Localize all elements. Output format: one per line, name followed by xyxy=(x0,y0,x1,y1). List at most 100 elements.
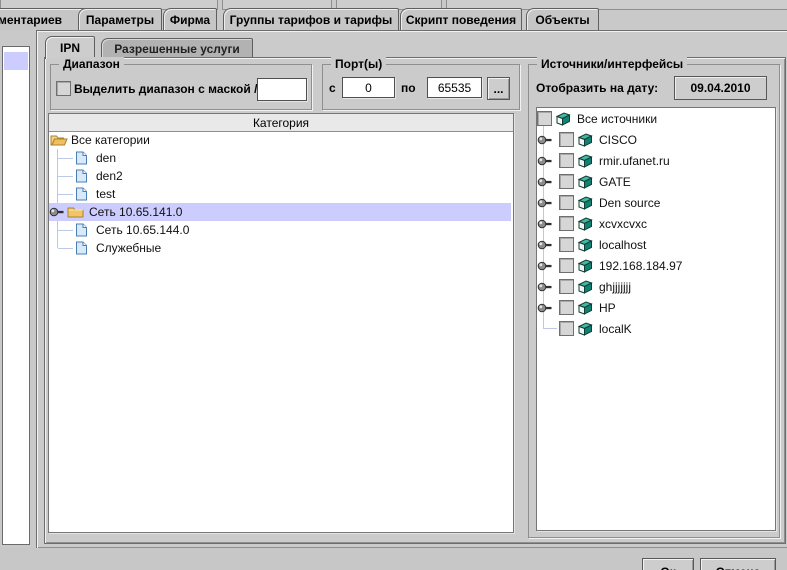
source-checkbox[interactable] xyxy=(559,279,574,294)
category-item-label: Служебные xyxy=(96,241,161,255)
tree-toggle-icon[interactable] xyxy=(537,303,553,313)
book-icon xyxy=(576,175,593,189)
source-item-label: localhost xyxy=(599,238,646,252)
source-tree-item[interactable]: Den source xyxy=(537,192,773,213)
tree-toggle-icon[interactable] xyxy=(537,219,553,229)
tab-ipn[interactable]: IPN xyxy=(45,36,95,59)
source-tree-item[interactable]: HP xyxy=(537,297,773,318)
category-item-label: den xyxy=(96,151,116,165)
port-browse-button[interactable]: ... xyxy=(487,77,510,100)
ok-button[interactable]: Ок xyxy=(642,558,694,570)
category-tree-item[interactable]: test xyxy=(49,185,511,203)
category-tree-item[interactable]: Все категории xyxy=(49,131,511,149)
range-mask-checkbox[interactable] xyxy=(56,81,71,96)
book-icon xyxy=(576,301,593,315)
book-icon xyxy=(576,133,593,147)
port-to-input[interactable] xyxy=(427,77,482,98)
source-checkbox[interactable] xyxy=(559,321,574,336)
book-icon xyxy=(576,154,593,168)
source-checkbox[interactable] xyxy=(559,216,574,231)
source-checkbox[interactable] xyxy=(559,174,574,189)
range-mask-checkbox-label: Выделить диапазон с маской / xyxy=(74,82,257,96)
tree-toggle-icon[interactable] xyxy=(537,135,553,145)
source-item-label: Все источники xyxy=(577,112,657,126)
book-icon xyxy=(576,280,593,294)
source-tree-item[interactable]: rmir.ufanet.ru xyxy=(537,150,773,171)
category-item-label: test xyxy=(96,187,115,201)
document-icon xyxy=(75,151,88,166)
main-tab[interactable]: Группы тарифов и тарифы xyxy=(223,8,399,30)
port-from-input[interactable] xyxy=(342,77,395,98)
source-item-label: GATE xyxy=(599,175,631,189)
tree-toggle-icon[interactable] xyxy=(537,240,553,250)
port-from-label: с xyxy=(329,81,336,95)
tree-toggle-icon[interactable] xyxy=(49,207,65,217)
source-item-label: 192.168.184.97 xyxy=(599,259,682,273)
source-item-label: HP xyxy=(599,301,616,315)
application-window: ментариевПараметрыФирмаГруппы тарифов и … xyxy=(0,0,787,570)
book-icon xyxy=(576,238,593,252)
main-tab[interactable]: Параметры xyxy=(78,8,162,30)
source-checkbox[interactable] xyxy=(559,237,574,252)
source-item-label: Den source xyxy=(599,196,660,210)
category-item-label: Сеть 10.65.144.0 xyxy=(96,223,189,237)
port-to-label: по xyxy=(401,81,416,95)
source-tree-item[interactable]: xcvxcvxc xyxy=(537,213,773,234)
date-picker-button[interactable]: 09.04.2010 xyxy=(674,76,767,100)
main-tab[interactable]: Фирма xyxy=(163,8,217,30)
dialog-button-bar: Ок Отмена xyxy=(0,548,787,570)
main-tab[interactable]: Объекты xyxy=(526,8,599,30)
document-icon xyxy=(75,223,88,238)
source-item-label: CISCO xyxy=(599,133,637,147)
source-checkbox[interactable] xyxy=(559,195,574,210)
category-tree-item[interactable]: den xyxy=(49,149,511,167)
main-tab[interactable]: Скрипт поведения xyxy=(400,8,522,30)
source-checkbox[interactable] xyxy=(559,300,574,315)
category-tree-item[interactable]: den2 xyxy=(49,167,511,185)
category-tree-item[interactable]: Сеть 10.65.141.0 xyxy=(49,203,511,221)
source-tree-item[interactable]: Все источники xyxy=(537,108,773,129)
left-list-selected-item[interactable] xyxy=(4,52,28,70)
book-icon xyxy=(576,322,593,336)
source-checkbox[interactable] xyxy=(559,132,574,147)
category-column-header[interactable]: Категория xyxy=(49,114,513,132)
tree-toggle-icon[interactable] xyxy=(537,198,553,208)
source-tree-item[interactable]: GATE xyxy=(537,171,773,192)
book-icon xyxy=(576,259,593,273)
source-tree-item[interactable]: localK xyxy=(537,318,773,339)
document-icon xyxy=(75,187,88,202)
book-icon xyxy=(554,112,571,126)
source-checkbox[interactable] xyxy=(537,111,552,126)
source-tree-item[interactable]: CISCO xyxy=(537,129,773,150)
folder-icon xyxy=(67,206,84,219)
document-icon xyxy=(75,169,88,184)
source-tree-item[interactable]: localhost xyxy=(537,234,773,255)
source-item-label: ghjjjjjjj xyxy=(599,280,631,294)
category-tree-item[interactable]: Сеть 10.65.144.0 xyxy=(49,221,511,239)
tree-toggle-icon[interactable] xyxy=(537,261,553,271)
category-item-label: den2 xyxy=(96,169,123,183)
source-item-label: rmir.ufanet.ru xyxy=(599,154,670,168)
range-group-title: Диапазон xyxy=(59,57,124,71)
range-mask-input[interactable] xyxy=(257,78,307,101)
tree-toggle-icon[interactable] xyxy=(537,282,553,292)
source-item-label: localK xyxy=(599,322,632,336)
source-tree-item[interactable]: 192.168.184.97 xyxy=(537,255,773,276)
left-list-panel[interactable] xyxy=(2,46,30,545)
show-on-date-label: Отобразить на дату: xyxy=(536,81,658,95)
tab-allowed-services[interactable]: Разрешенные услуги xyxy=(101,38,253,58)
category-item-label: Все категории xyxy=(71,133,150,147)
tree-toggle-icon[interactable] xyxy=(537,177,553,187)
source-tree-item[interactable]: ghjjjjjjj xyxy=(537,276,773,297)
tree-toggle-icon[interactable] xyxy=(537,156,553,166)
book-icon xyxy=(576,217,593,231)
book-icon xyxy=(576,196,593,210)
category-tree-item[interactable]: Служебные xyxy=(49,239,511,257)
source-checkbox[interactable] xyxy=(559,153,574,168)
source-checkbox[interactable] xyxy=(559,258,574,273)
ports-group-title: Порт(ы) xyxy=(331,57,386,71)
cancel-button[interactable]: Отмена xyxy=(700,558,776,570)
document-icon xyxy=(75,241,88,256)
folder-open-icon xyxy=(50,134,68,147)
sources-group-title: Источники/интерфейсы xyxy=(537,57,687,71)
